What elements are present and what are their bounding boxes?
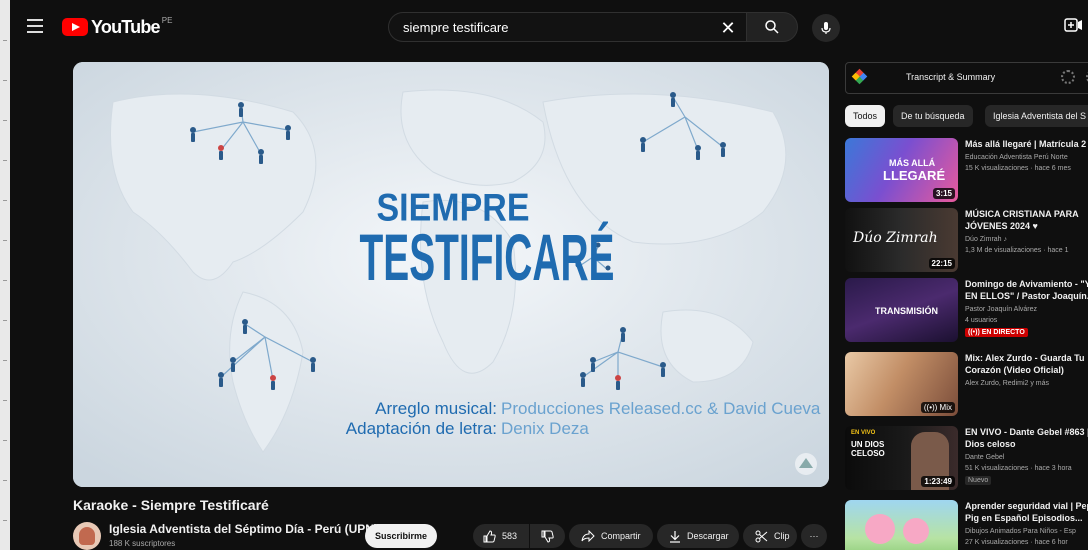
clip-label: Clip [774,531,790,541]
cartoon-pig-figure [903,518,929,544]
mix-badge: ((•)) Mix [920,402,955,413]
recommendation-item[interactable]: EN VIVO UN DIOS CELOSO 1:23:49 EN VIVO -… [845,426,1088,492]
recommendation-title: MÚSICA CRISTIANA PARA JÓVENES 2024 ♥ [965,209,1079,231]
search-button[interactable] [746,12,798,42]
download-button[interactable]: Descargar [657,524,739,548]
thumb-text: Dúo Zimrah [853,230,938,246]
download-icon [670,530,680,543]
video-owner-row: Iglesia Adventista del Séptimo Día - Per… [73,522,833,550]
thumb-text: MÁS ALLÁ [889,158,936,168]
credit2-label: Adaptación de letra: [346,419,497,438]
recommendation-title: EN VIVO - Dante Gebel #863 | Dios celoso [965,427,1088,449]
recommendation-channel: Pastor Joaquín Alvárez [965,306,1037,313]
recommendation-item[interactable]: MÁS ALLÁ LLEGARÉ 3:15 Más allá llegaré |… [845,138,1088,204]
like-count: 583 [502,531,518,541]
channel-avatar[interactable] [73,522,101,550]
download-label: Descargar [687,531,729,541]
search-bar: ✕ [388,12,798,42]
clip-button[interactable]: Clip [743,524,797,548]
play-logo-icon [62,18,88,36]
voice-search-button[interactable] [812,14,840,42]
recommendation-item[interactable]: Aprender seguridad vial | Pep Pig en Esp… [845,500,1088,550]
recommendation-thumbnail[interactable]: EN VIVO UN DIOS CELOSO 1:23:49 [845,426,958,490]
recommendation-meta: 15 K visualizaciones · hace 6 mes [965,165,1071,172]
recommendation-title: Domingo de Avivamiento - "Y EN ELLOS" / … [965,279,1088,301]
recommendation-title: Mix: Alex Zurdo - Guarda Tu Corazón (Vid… [965,353,1085,375]
search-box: ✕ [388,12,746,42]
chip-todos[interactable]: Todos [845,105,886,127]
video-duration: 1:23:49 [921,476,955,487]
chip-de-tu-busqueda[interactable]: De tu búsqueda [893,105,973,127]
logo-region: PE [161,16,173,25]
video-duration: 22:15 [928,258,955,269]
filter-chips: Todos De tu búsqueda Iglesia Adventista … [845,105,1088,127]
dislike-button[interactable] [530,524,565,548]
thumbs-down-icon [541,530,554,543]
recommendation-title: Más allá llegaré | Matrícula 2 [965,139,1087,149]
recommendation-channel: Alex Zurdo, Redimi2 y más [965,380,1050,387]
thumb-text: TRANSMISIÓN [875,306,938,316]
search-icon [765,20,779,34]
search-input[interactable] [401,18,705,36]
transcript-summary-panel[interactable]: Transcript & Summary [845,62,1088,94]
thumb-text: EN VIVO [851,430,876,436]
thumb-text: LLEGARÉ [883,168,946,183]
recommendation-item[interactable]: ((•)) Mix Mix: Alex Zurdo - Guarda Tu Co… [845,352,1088,418]
youtube-logo[interactable]: YouTube PE [62,16,172,38]
subscriber-count: 188 K suscriptores [109,539,176,548]
transcript-label: Transcript & Summary [906,72,996,82]
menu-icon[interactable] [24,14,48,38]
scissors-icon [755,530,768,542]
like-button[interactable]: 583 [473,524,529,548]
window-edge-strip [0,0,10,550]
video-player[interactable]: SIEMPRE TESTIFICARÉ Arreglo musical: Pro… [73,62,829,487]
share-label: Compartir [601,531,641,541]
more-actions-button[interactable]: ··· [801,524,827,548]
credit1-label: Arreglo musical: [375,399,497,418]
channel-name[interactable]: Iglesia Adventista del Séptimo Día - Per… [109,522,378,536]
credit1-value: Producciones Released.cc & David Cueva [501,399,821,418]
chip-iglesia-adventista[interactable]: Iglesia Adventista del S [985,105,1088,127]
recommendation-channel: Educación Adventista Perú Norte [965,154,1068,161]
recommendation-thumbnail[interactable]: ((•)) Mix [845,352,958,416]
video-title: Karaoke - Siempre Testificaré [73,497,269,513]
recommendation-meta: 51 K visualizaciones · hace 3 hora [965,465,1072,472]
recommendation-meta: 4 usuarios [965,317,998,324]
logo-text: YouTube [91,16,161,37]
recommendation-channel: Dibujos Animados Para Niños - Esp [965,528,1076,535]
thumb-text: UN DIOS CELOSO [851,440,885,458]
sidebar: Transcript & Summary Todos De tu búsqued… [838,62,1088,550]
recommendation-thumbnail[interactable]: Dúo Zimrah 22:15 [845,208,958,272]
overlay-title-line2: TESTIFICARÉ [360,221,615,294]
channel-watermark-icon[interactable] [795,453,817,475]
recommendation-item[interactable]: TRANSMISIÓN Domingo de Avivamiento - "Y … [845,278,1088,344]
new-badge: Nuevo [965,476,992,485]
share-icon [581,530,595,542]
openai-icon[interactable] [1061,70,1075,84]
create-video-icon[interactable] [1064,18,1082,32]
video-frame: SIEMPRE TESTIFICARÉ Arreglo musical: Pro… [73,62,829,487]
recommendation-item[interactable]: Dúo Zimrah 22:15 MÚSICA CRISTIANA PARA J… [845,208,1088,274]
share-button[interactable]: Compartir [569,524,653,548]
live-badge: ((•)) EN DIRECTO [965,328,1028,337]
clear-search-icon[interactable]: ✕ [718,18,738,38]
video-duration: 3:15 [932,188,955,199]
masthead: YouTube PE ✕ [10,0,1088,56]
subscribe-button[interactable]: Suscribirme [365,524,437,548]
recommendation-thumbnail[interactable] [845,500,958,550]
recommendation-channel: Dúo Zimrah ♪ [965,236,1008,243]
credit2-value: Denix Deza [501,419,589,438]
cartoon-pig-figure [865,514,895,544]
thumbs-up-icon [483,529,496,542]
recommendation-meta: 1,3 M de visualizaciones · hace 1 [965,247,1069,254]
recommendation-title: Aprender seguridad vial | Pep Pig en Esp… [965,501,1088,523]
recommendation-thumbnail[interactable]: MÁS ALLÁ LLEGARÉ 3:15 [845,138,958,202]
extension-diamond-icon [851,68,868,85]
recommendation-meta: 27 K visualizaciones · hace 6 hor [965,539,1068,546]
recommendation-channel: Dante Gebel [965,454,1005,461]
mic-icon [821,22,831,34]
more-icon: ··· [809,531,819,541]
recommendation-thumbnail[interactable]: TRANSMISIÓN [845,278,958,342]
